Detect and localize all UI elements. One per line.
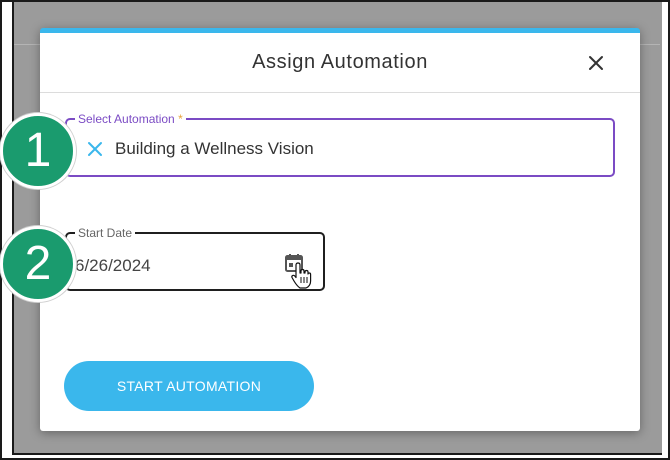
clear-selection-button[interactable] — [87, 141, 103, 157]
close-button[interactable] — [585, 52, 607, 74]
select-automation-label: Select Automation * — [75, 111, 186, 127]
close-icon — [589, 56, 603, 70]
assign-automation-dialog: Assign Automation Select Automation * Bu… — [40, 28, 640, 431]
start-automation-button[interactable]: START AUTOMATION — [64, 361, 314, 411]
start-date-field[interactable]: Start Date 6/26/2024 — [65, 225, 325, 291]
start-date-label: Start Date — [75, 225, 136, 241]
dialog-header: Assign Automation — [40, 33, 640, 93]
start-date-value: 6/26/2024 — [75, 256, 151, 275]
step-badge-1: 1 — [0, 113, 76, 189]
required-mark: * — [178, 112, 183, 126]
hand-cursor-icon — [290, 262, 312, 290]
selected-automation-value: Building a Wellness Vision — [115, 139, 314, 158]
clear-icon — [88, 142, 102, 156]
select-automation-field[interactable]: Select Automation * Building a Wellness … — [65, 111, 615, 177]
step-badge-2: 2 — [0, 226, 76, 302]
dialog-title: Assign Automation — [252, 51, 428, 73]
